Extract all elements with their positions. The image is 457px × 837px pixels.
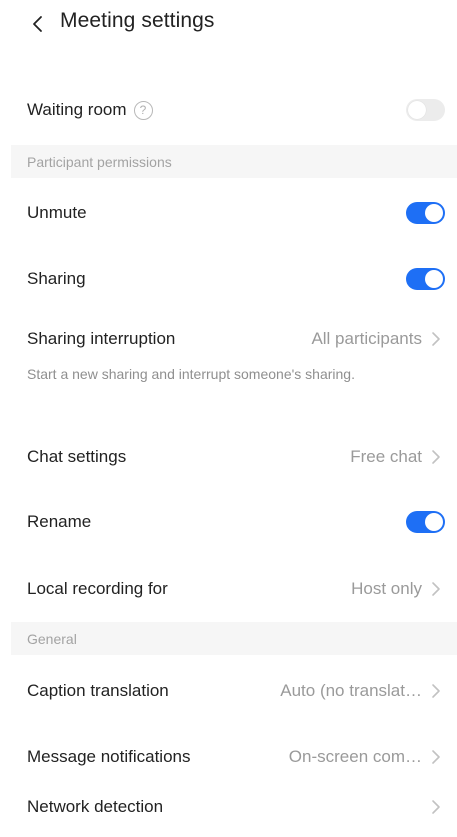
chevron-right-icon	[432, 684, 440, 698]
local-recording-value: Host only	[351, 579, 422, 598]
chevron-right-icon	[432, 332, 440, 346]
network-detection-label: Network detection	[27, 797, 164, 816]
section-header: Participant permissions	[27, 153, 172, 170]
waiting-room-toggle[interactable]	[406, 99, 445, 121]
chevron-right-icon	[432, 450, 440, 464]
message-notifications-label: Message notifications	[27, 747, 191, 766]
rename-toggle[interactable]	[406, 511, 445, 533]
chevron-left-icon	[33, 16, 42, 32]
sharing-interruption-row[interactable]: Sharing interruption All participants	[0, 309, 457, 369]
sharing-label: Sharing	[27, 269, 86, 288]
chat-settings-value: Free chat	[350, 447, 422, 466]
caption-translation-row[interactable]: Caption translation Auto (no translat…	[0, 661, 457, 721]
toggle-knob	[425, 513, 443, 531]
page-title: Meeting settings	[60, 9, 215, 32]
sharing-toggle[interactable]	[406, 268, 445, 290]
message-notifications-value: On-screen com…	[288, 747, 422, 766]
chevron-right-icon	[432, 750, 440, 764]
chat-settings-row[interactable]: Chat settings Free chat	[0, 427, 457, 487]
sharing-row[interactable]: Sharing	[0, 249, 457, 309]
network-detection-row[interactable]: Network detection	[0, 777, 457, 837]
section-general: General	[11, 622, 457, 655]
section-header: General	[27, 630, 77, 647]
local-recording-label: Local recording for	[27, 579, 168, 598]
rename-label: Rename	[27, 512, 92, 531]
unmute-label: Unmute	[27, 203, 87, 222]
chevron-right-icon	[432, 800, 440, 814]
rename-row[interactable]: Rename	[0, 492, 457, 552]
local-recording-row[interactable]: Local recording for Host only	[0, 559, 457, 619]
caption-translation-value: Auto (no translat…	[280, 681, 422, 700]
unmute-toggle[interactable]	[406, 202, 445, 224]
section-participant-permissions: Participant permissions	[11, 145, 457, 178]
chat-settings-label: Chat settings	[27, 447, 127, 466]
waiting-room-label: Waiting room	[27, 100, 127, 119]
help-icon[interactable]: ?	[133, 101, 153, 120]
unmute-row[interactable]: Unmute	[0, 183, 457, 243]
caption-translation-label: Caption translation	[27, 681, 169, 700]
header: Meeting settings	[0, 0, 457, 50]
back-button[interactable]	[26, 12, 50, 36]
toggle-knob	[425, 270, 443, 288]
waiting-room-row[interactable]: Waiting room?	[0, 80, 457, 140]
sharing-interruption-description: Start a new sharing and interrupt someon…	[27, 366, 355, 382]
sharing-interruption-value: All participants	[311, 329, 422, 348]
sharing-interruption-label: Sharing interruption	[27, 329, 176, 348]
toggle-knob	[408, 101, 426, 119]
chevron-right-icon	[432, 582, 440, 596]
toggle-knob	[425, 204, 443, 222]
